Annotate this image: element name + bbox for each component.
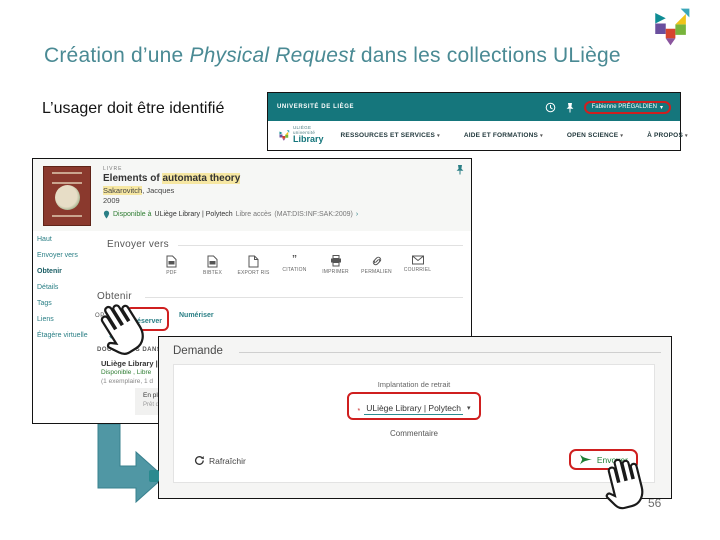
pdf-icon [166,255,177,268]
chevron-down-icon [660,104,663,111]
nav-item-aide[interactable]: AIDE ET FORMATIONS [464,132,543,139]
site-nav-bar: ULIÈGE université Library RESSOURCES ET … [268,121,683,149]
sidebar-item-obtenir[interactable]: Obtenir [37,268,62,275]
bibtex-icon [207,255,218,268]
dialog-title: Demande [173,345,223,357]
printer-icon [330,255,341,267]
permalink-icon [372,256,381,266]
request-dialog-screenshot: Demande Implantation de retrait * ULiège… [158,336,672,499]
send-to-email[interactable]: COURRIEL [397,255,438,276]
sidebar-item-liens[interactable]: Liens [37,316,54,323]
send-to-bibtex[interactable]: BIBTEX [192,255,233,276]
holding-status: Disponible , Libre [101,369,152,376]
library-site-header-screenshot: UNIVERSITÉ DE LIÈGE Fabienne PRÉGALDIEN [267,92,683,151]
sidebar-item-tags[interactable]: Tags [37,300,52,307]
sidebar-item-etagere-virtuelle[interactable]: Étagère virtuelle [37,332,88,339]
chevron-down-icon [540,132,543,139]
library-logo-icon [279,129,290,141]
chat-widget-icon[interactable] [149,470,159,482]
send-to-heading: Envoyer vers [107,239,169,250]
user-name: Fabienne PRÉGALDIEN [591,104,657,110]
pickup-location-select[interactable]: ULiège Library | Polytech [364,403,464,415]
record-year: 2009 [103,196,120,205]
book-cover-thumbnail [43,166,91,226]
flow-arrow [97,424,165,504]
uliege-library-logo-icon [655,8,690,46]
university-label: UNIVERSITÉ DE LIÈGE [277,104,355,110]
request-form-card: Implantation de retrait * ULiège Library… [173,364,655,483]
divider [178,245,463,246]
library-logo[interactable]: ULIÈGE université Library [278,125,327,144]
holding-copies: (1 exemplaire, 1 d [101,378,154,385]
record-header-strip [33,159,471,231]
send-to-actions: PDF BIBTEX EXPORT RIS ” CITATION IMPRIME… [151,255,438,277]
send-to-export-ris[interactable]: EXPORT RIS [233,255,274,276]
export-ris-icon [248,255,259,268]
send-icon [579,454,592,465]
user-menu[interactable]: Fabienne PRÉGALDIEN [583,100,671,114]
send-to-pdf[interactable]: PDF [151,255,192,276]
send-to-print[interactable]: IMPRIMER [315,255,356,276]
availability-line[interactable]: Disponible à ULiège Library | Polytech L… [103,210,358,219]
record-type-label: LIVRE [103,166,123,172]
slide: Création d’une Physical Request dans les… [0,0,720,540]
digitize-link[interactable]: Numériser [179,312,214,319]
location-pin-icon [103,210,110,219]
logo-text-bottom: Library [292,134,324,144]
nav-item-ressources[interactable]: RESSOURCES ET SERVICES [341,132,440,139]
pickup-location-label: Implantation de retrait [377,380,451,389]
chevron-down-icon [620,132,623,139]
chevron-down-icon [437,132,440,139]
nav-item-open-science[interactable]: OPEN SCIENCE [567,132,623,139]
record-author: Sakarovitch, Jacques [103,186,175,195]
divider [239,352,661,353]
pin-icon[interactable] [565,102,575,113]
pickup-location-highlight: * ULiège Library | Polytech [347,392,481,420]
top-teal-bar: UNIVERSITÉ DE LIÈGE Fabienne PRÉGALDIEN [268,93,680,121]
holding-library[interactable]: ULiège Library | [101,359,158,368]
nav-item-a-propos[interactable]: À PROPOS [647,132,688,139]
history-icon[interactable] [545,102,556,113]
email-icon [411,255,424,265]
sidebar-item-envoyer-vers[interactable]: Envoyer vers [37,252,78,259]
pin-record-icon[interactable] [455,164,465,175]
sidebar-item-details[interactable]: Détails [37,284,58,291]
refresh-button[interactable]: Rafraîchir [194,455,246,466]
slide-subtitle: L’usager doit être identifié [42,100,225,117]
comment-label: Commentaire [389,429,438,438]
chevron-down-icon [467,397,471,415]
refresh-icon [195,456,204,465]
citation-icon: ” [292,254,297,265]
chevron-down-icon [685,132,688,139]
page-title: Création d’une Physical Request dans les… [44,44,621,67]
sidebar-item-haut[interactable]: Haut [37,236,52,243]
send-to-citation[interactable]: ” CITATION [274,255,315,276]
divider [145,297,463,298]
send-to-permalink[interactable]: PERMALIEN [356,255,397,276]
required-asterisk: * [357,408,361,415]
record-title: Elements of automata theory [103,173,241,184]
